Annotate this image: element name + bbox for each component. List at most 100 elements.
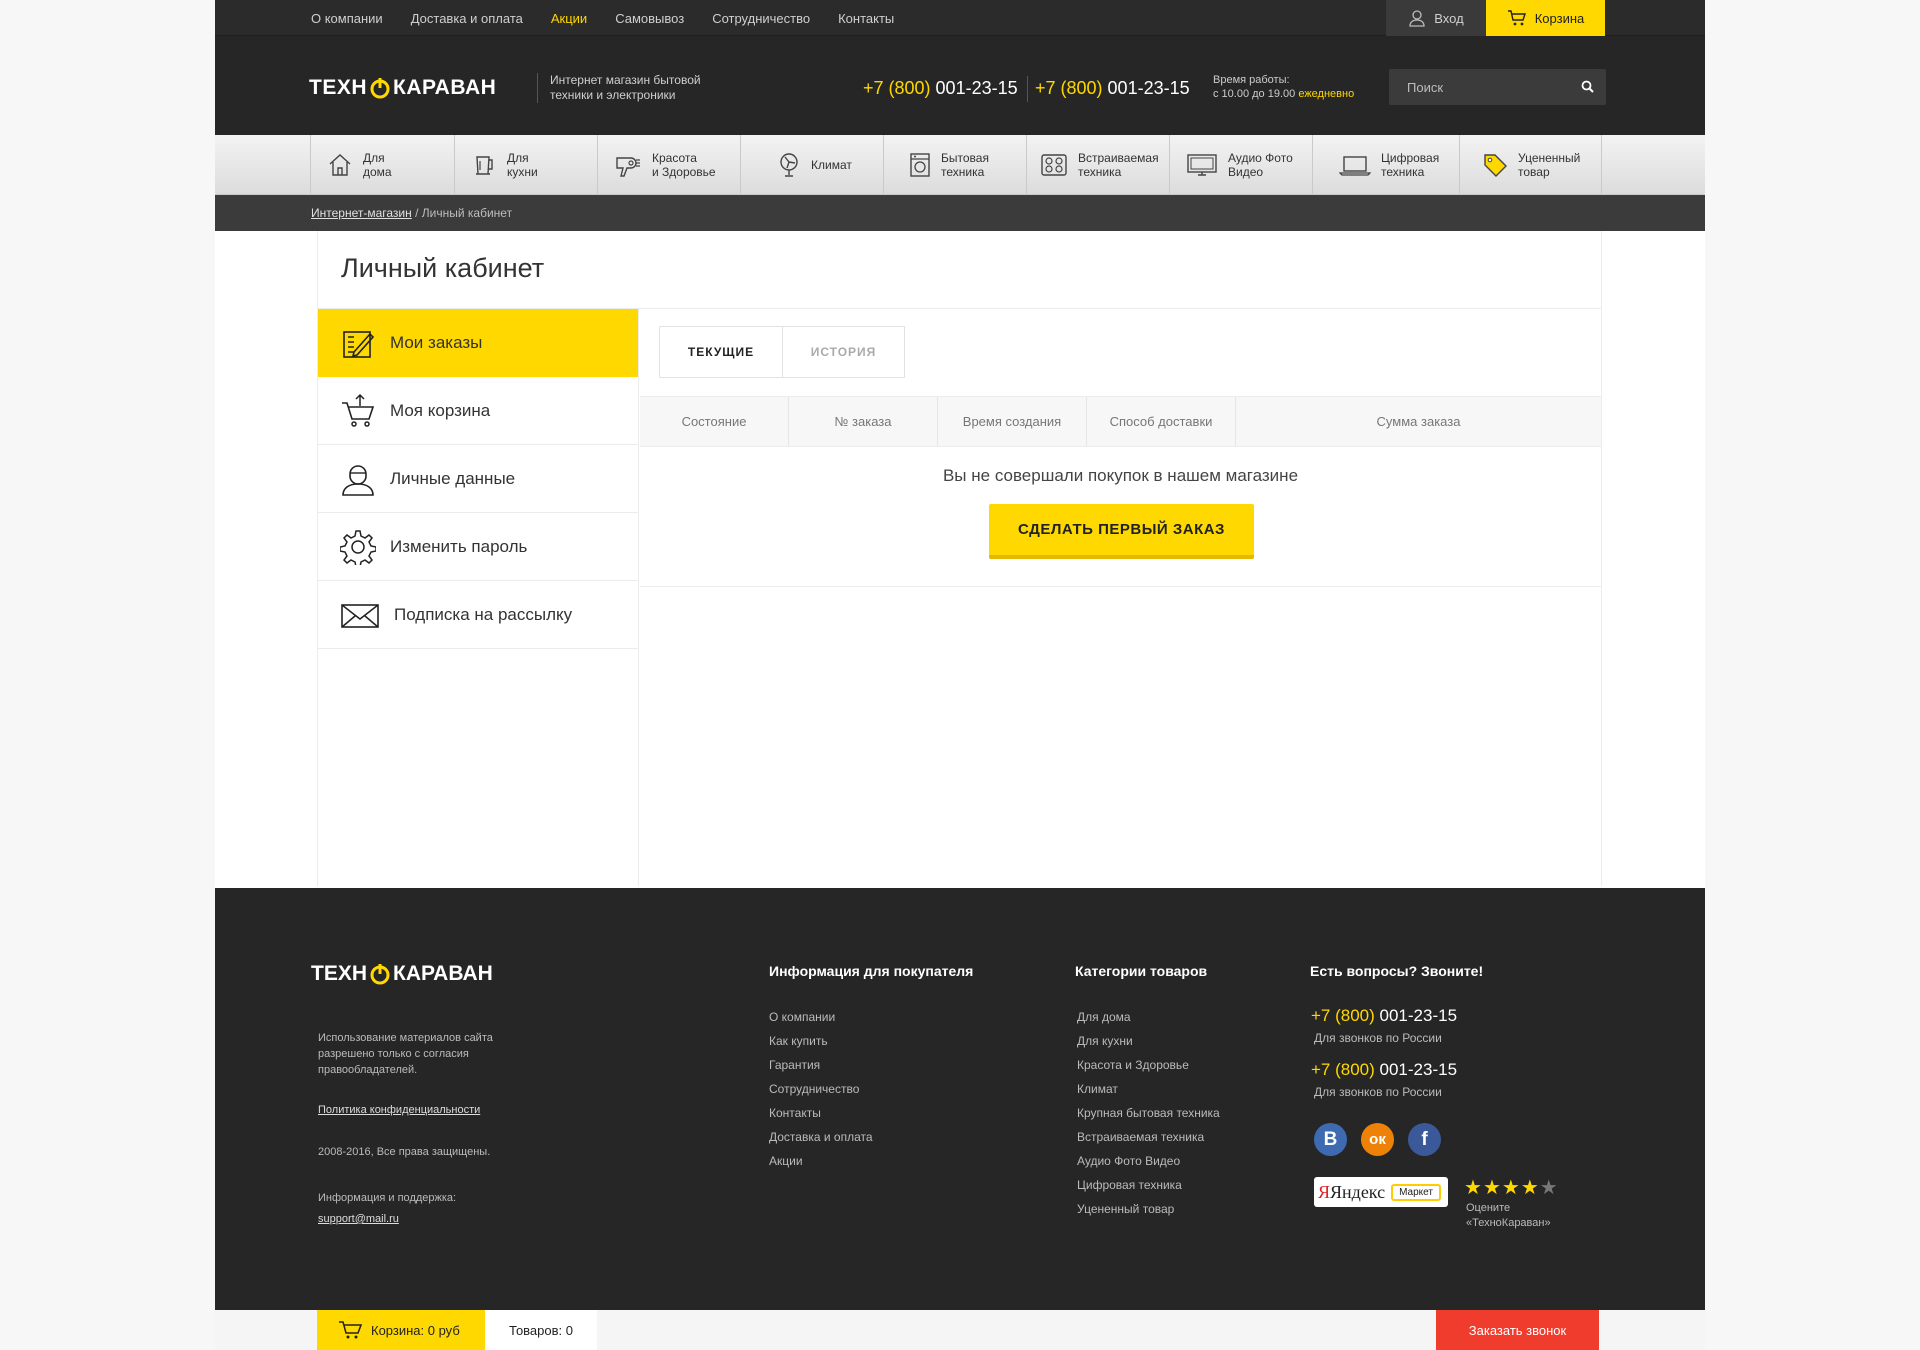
login-label: Вход — [1434, 10, 1464, 26]
footer-link[interactable]: Акции — [769, 1149, 873, 1173]
search-box — [1389, 69, 1606, 105]
category-label: техника — [1078, 165, 1122, 179]
user-outline-icon — [1409, 10, 1425, 27]
category-kitchen[interactable]: Для кухни — [454, 135, 597, 195]
footer-info-links: О компании Как купить Гарантия Сотруднич… — [769, 1005, 873, 1173]
category-label: Уцененный — [1518, 151, 1581, 165]
category-appliances[interactable]: Бытовая техника — [883, 135, 1026, 195]
phone-code: +7 (800) — [1311, 1060, 1375, 1079]
house-icon — [329, 154, 351, 176]
rate-text: Оцените «ТехноКараван» — [1466, 1201, 1551, 1231]
footer-link[interactable]: Крупная бытовая техника — [1077, 1101, 1220, 1125]
top-nav-link-cooperation[interactable]: Сотрудничество — [712, 11, 810, 26]
footer-link[interactable]: Для дома — [1077, 1005, 1220, 1029]
footer-link[interactable]: Доставка и оплата — [769, 1125, 873, 1149]
tab-history[interactable]: ИСТОРИЯ — [782, 327, 904, 377]
category-av[interactable]: Аудио Фото Видео — [1169, 135, 1312, 195]
column-header-delivery[interactable]: Способ доставки — [1087, 397, 1236, 446]
first-order-button[interactable]: СДЕЛАТЬ ПЕРВЫЙ ЗАКАЗ — [989, 504, 1254, 559]
header-phone-1[interactable]: +7 (800) 001-23-15 — [863, 78, 1018, 99]
rate-line: Оцените — [1466, 1202, 1511, 1214]
category-home[interactable]: Для дома — [310, 135, 454, 195]
footer-copyright-note: Использование материалов сайта разрешено… — [318, 1032, 493, 1076]
breadcrumb-home-link[interactable]: Интернет-магазин — [311, 206, 412, 220]
rating-stars[interactable]: ★ ★ ★ ★ ★ — [1464, 1175, 1558, 1200]
vk-icon[interactable]: B — [1314, 1123, 1347, 1156]
category-digital[interactable]: Цифровая техника — [1312, 135, 1459, 195]
category-label: техника — [941, 165, 985, 179]
yandex-logo: ЯЯндекс — [1318, 1181, 1386, 1202]
sidebar-item-newsletter[interactable]: Подписка на рассылку — [318, 581, 638, 649]
sidebar-item-label: Подписка на рассылку — [394, 604, 573, 624]
footer: ТЕХН КАРАВАН Использование материалов са… — [215, 888, 1705, 1310]
footer-link[interactable]: Уцененный товар — [1077, 1197, 1220, 1221]
footer-link[interactable]: Цифровая техника — [1077, 1173, 1220, 1197]
top-nav-link-contacts[interactable]: Контакты — [838, 11, 894, 26]
footer-link[interactable]: Контакты — [769, 1101, 873, 1125]
bottom-cart-button[interactable]: Корзина: 0 руб — [317, 1310, 485, 1350]
breadcrumb-current: Личный кабинет — [421, 206, 513, 220]
category-label: Аудио Фото — [1228, 151, 1293, 165]
support-email-link[interactable]: support@mail.ru — [318, 1213, 399, 1225]
callback-button[interactable]: Заказать звонок — [1436, 1310, 1599, 1350]
sidebar-item-my-cart[interactable]: Моя корзина — [318, 377, 638, 445]
star-icon: ★ — [1501, 1177, 1520, 1199]
header-phone-2[interactable]: +7 (800) 001-23-15 — [1035, 78, 1190, 99]
page-title: Личный кабинет — [341, 253, 545, 283]
hours-label: Время работы: — [1213, 74, 1290, 86]
odnoklassniki-icon[interactable]: ок — [1361, 1123, 1394, 1156]
logo[interactable]: ТЕХН КАРАВАН — [309, 76, 496, 100]
orders-table-header: Состояние № заказа Время создания Способ… — [640, 396, 1601, 447]
top-nav-link-delivery[interactable]: Доставка и оплата — [411, 11, 523, 26]
phone-number: 001-23-15 — [930, 78, 1018, 98]
star-icon: ★ — [1520, 1177, 1539, 1199]
tab-current[interactable]: ТЕКУЩИЕ — [660, 327, 782, 377]
top-nav-link-promo[interactable]: Акции — [551, 11, 587, 26]
footer-link[interactable]: Красота и Здоровье — [1077, 1053, 1220, 1077]
category-label: Цифровая — [1381, 151, 1440, 165]
phone-code: +7 (800) — [1035, 78, 1103, 98]
power-logo-icon — [370, 964, 390, 985]
search-icon[interactable] — [1581, 80, 1594, 93]
footer-link[interactable]: Для кухни — [1077, 1029, 1220, 1053]
sidebar-item-label: Моя корзина — [390, 400, 491, 420]
sidebar-item-personal-data[interactable]: Личные данные — [318, 445, 638, 513]
divider — [640, 586, 1601, 587]
column-header-status[interactable]: Состояние — [640, 397, 789, 446]
top-nav-link-pickup[interactable]: Самовывоз — [615, 11, 684, 26]
sidebar-item-label: Личные данные — [390, 468, 516, 488]
category-label: и Здоровье — [652, 165, 716, 179]
category-built-in[interactable]: Встраиваемая техника — [1026, 135, 1169, 195]
header-cart-label: Корзина — [1534, 10, 1585, 26]
footer-link[interactable]: О компании — [769, 1005, 873, 1029]
category-label: товар — [1518, 165, 1550, 179]
category-beauty[interactable]: Красота и Здоровье — [597, 135, 740, 195]
column-header-order-number[interactable]: № заказа — [789, 397, 938, 446]
sidebar-item-my-orders[interactable]: Мои заказы — [318, 309, 638, 377]
kettle-icon — [476, 156, 493, 175]
footer-support: Информация и поддержка: support@mail.ru — [318, 1188, 456, 1230]
category-discount[interactable]: Уцененный товар — [1459, 135, 1602, 195]
column-header-sum[interactable]: Сумма заказа — [1236, 397, 1601, 446]
logo-text-left: ТЕХН — [309, 76, 368, 99]
header-cart-button[interactable]: Корзина — [1486, 0, 1605, 36]
facebook-icon[interactable]: f — [1408, 1123, 1441, 1156]
privacy-policy-link[interactable]: Политика конфиденциальности — [318, 1104, 480, 1116]
category-climate[interactable]: Климат — [740, 135, 883, 195]
sidebar-item-change-password[interactable]: Изменить пароль — [318, 513, 638, 581]
top-nav-link-about[interactable]: О компании — [311, 11, 383, 26]
column-header-created[interactable]: Время создания — [938, 397, 1087, 446]
footer-link[interactable]: Гарантия — [769, 1053, 873, 1077]
footer-link[interactable]: Сотрудничество — [769, 1077, 873, 1101]
footer-logo[interactable]: ТЕХН КАРАВАН — [311, 962, 493, 986]
footer-link[interactable]: Как купить — [769, 1029, 873, 1053]
footer-link[interactable]: Встраиваемая техника — [1077, 1125, 1220, 1149]
footer-phone-2[interactable]: +7 (800) 001-23-15 — [1311, 1060, 1457, 1080]
login-button[interactable]: Вход — [1386, 0, 1486, 36]
cooktop-icon — [1041, 154, 1067, 176]
footer-link[interactable]: Аудио Фото Видео — [1077, 1149, 1220, 1173]
footer-link[interactable]: Климат — [1077, 1077, 1220, 1101]
yandex-market-badge[interactable]: ЯЯндекс Маркет — [1314, 1177, 1448, 1207]
footer-phone-1[interactable]: +7 (800) 001-23-15 — [1311, 1006, 1457, 1026]
search-input[interactable] — [1389, 69, 1559, 105]
